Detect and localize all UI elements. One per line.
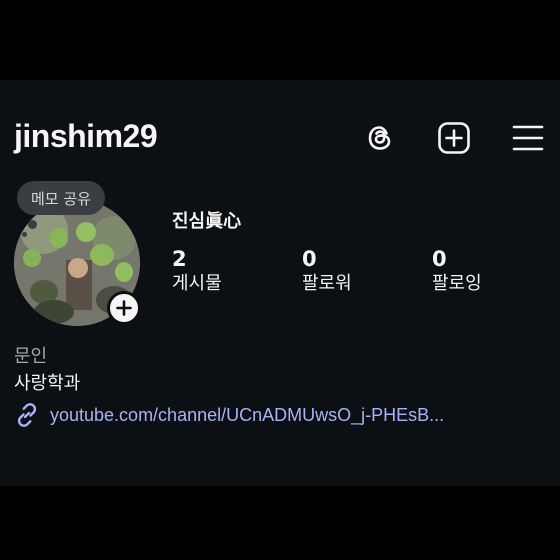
followers-count: 0 [302, 247, 317, 271]
profile-username[interactable]: jinshim29 [14, 118, 158, 155]
display-name: 진심眞心 [172, 211, 242, 232]
profile-screen: jinshim29 메모 공유 진심眞心 2 게시물 0 팔로워 0 팔로잉 문… [0, 80, 560, 486]
followers-label: 팔로워 [302, 273, 352, 294]
note-bubble-tail-small [22, 232, 27, 237]
posts-label: 게시물 [172, 273, 222, 294]
note-text: 메모 공유 [31, 189, 91, 208]
threads-icon[interactable] [362, 120, 398, 156]
plus-icon [116, 300, 132, 316]
add-story-button[interactable] [107, 291, 141, 325]
following-label: 팔로잉 [432, 273, 482, 294]
top-action-bar [362, 120, 546, 156]
posts-count: 2 [172, 247, 187, 271]
followers-stat[interactable]: 0 팔로워 [302, 246, 352, 296]
posts-stat[interactable]: 2 게시물 [172, 246, 222, 296]
create-post-icon[interactable] [436, 120, 472, 156]
following-count: 0 [432, 247, 447, 271]
profile-category: 문인 [14, 346, 48, 367]
profile-bio: 사랑학과 [14, 373, 81, 394]
note-bubble[interactable]: 메모 공유 [17, 181, 105, 215]
profile-link-text[interactable]: youtube.com/channel/UCnADMUwsO_j-PHEsB..… [50, 405, 444, 426]
note-bubble-tail [28, 220, 37, 229]
link-icon [17, 403, 37, 427]
profile-link[interactable]: youtube.com/channel/UCnADMUwsO_j-PHEsB..… [14, 402, 444, 428]
hamburger-menu-icon[interactable] [510, 120, 546, 156]
following-stat[interactable]: 0 팔로잉 [432, 246, 482, 296]
